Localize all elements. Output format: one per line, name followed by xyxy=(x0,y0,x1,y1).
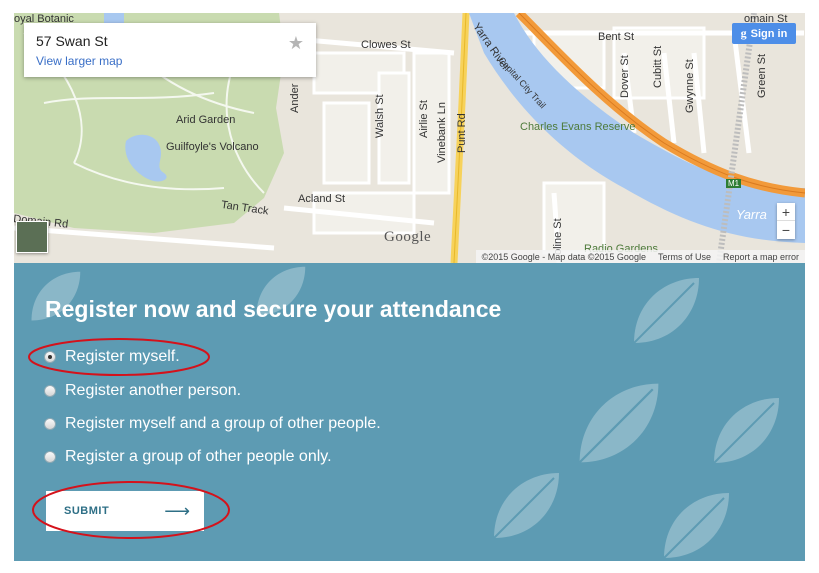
option-label: Register myself and a group of other peo… xyxy=(65,415,381,432)
map-label-ander: Ander xyxy=(289,83,301,113)
map-zoom-control: + − xyxy=(777,203,795,239)
map-footer: ©2015 Google - Map data ©2015 Google Ter… xyxy=(475,250,805,263)
map-label-charles-evans-reserve: Charles Evans Reserve xyxy=(520,121,636,133)
map-label-punt-rd: Punt Rd xyxy=(456,113,468,153)
leaf-decoration xyxy=(663,493,729,559)
registration-panel: Register now and secure your attendance … xyxy=(14,263,805,561)
google-sign-in-button[interactable]: g Sign in xyxy=(732,23,796,44)
satellite-view-toggle[interactable] xyxy=(16,221,48,253)
report-map-error-link[interactable]: Report a map error xyxy=(723,252,799,262)
option-label: Register another person. xyxy=(65,382,242,399)
zoom-out-button[interactable]: − xyxy=(777,221,795,239)
map-label-gwynne-st: Gwynne St xyxy=(684,59,696,113)
map-label-clowes-st: Clowes St xyxy=(361,39,411,51)
option-register-myself[interactable]: Register myself. xyxy=(44,346,180,368)
zoom-in-button[interactable]: + xyxy=(777,203,795,221)
map-copyright: ©2015 Google - Map data ©2015 Google xyxy=(481,251,646,262)
map-info-card: 57 Swan St View larger map ★ xyxy=(24,23,316,77)
option-label: Register a group of other people only. xyxy=(65,448,332,465)
option-register-myself-and-group[interactable]: Register myself and a group of other peo… xyxy=(44,413,381,435)
option-label: Register myself. xyxy=(65,348,180,365)
map-label-arid-garden: Arid Garden xyxy=(176,114,236,126)
view-larger-map-link[interactable]: View larger map xyxy=(36,54,122,68)
arrow-right-icon: ⟶ xyxy=(164,500,190,521)
option-register-another[interactable]: Register another person. xyxy=(44,380,241,402)
leaf-decoration xyxy=(633,278,699,344)
map-label-acland-st: Acland St xyxy=(298,193,346,205)
map-label-yarra: Yarra xyxy=(736,207,767,222)
radio-register-another[interactable] xyxy=(44,385,56,397)
submit-button[interactable]: SUBMIT ⟶ xyxy=(46,491,204,531)
option-register-group-only[interactable]: Register a group of other people only. xyxy=(44,446,332,468)
map-label-guilfoyles-volcano: Guilfoyle's Volcano xyxy=(166,141,259,153)
map-label-m1: M1 xyxy=(726,179,742,188)
map-label-dover-st: Dover St xyxy=(619,55,631,98)
map-address: 57 Swan St xyxy=(36,33,108,49)
map-label-bent-st: Bent St xyxy=(598,31,635,43)
map-label-cubitt-st: Cubitt St xyxy=(652,45,664,88)
map-label-vinebank-ln: Vinebank Ln xyxy=(436,102,448,163)
registration-title: Register now and secure your attendance xyxy=(45,296,502,322)
star-icon[interactable]: ★ xyxy=(288,33,304,54)
leaf-decoration xyxy=(713,398,779,464)
radio-register-group-only[interactable] xyxy=(44,451,56,463)
radio-register-myself[interactable] xyxy=(44,351,56,363)
leaf-decoration xyxy=(578,383,659,464)
submit-label: SUBMIT xyxy=(64,505,110,517)
google-logo: Google xyxy=(384,229,432,245)
map-label-green-st: Green St xyxy=(756,53,768,98)
embedded-map[interactable]: oyal Botanic omain St Clowes St Bent St … xyxy=(14,13,805,263)
google-g-icon: g xyxy=(740,26,747,40)
sign-in-label: Sign in xyxy=(750,27,788,40)
terms-of-use-link[interactable]: Terms of Use xyxy=(658,252,711,262)
map-label-walsh-st: Walsh St xyxy=(374,94,386,138)
radio-register-myself-and-group[interactable] xyxy=(44,418,56,430)
leaf-decoration xyxy=(493,473,559,539)
map-label-airlie-st: Airlie St xyxy=(418,100,430,138)
